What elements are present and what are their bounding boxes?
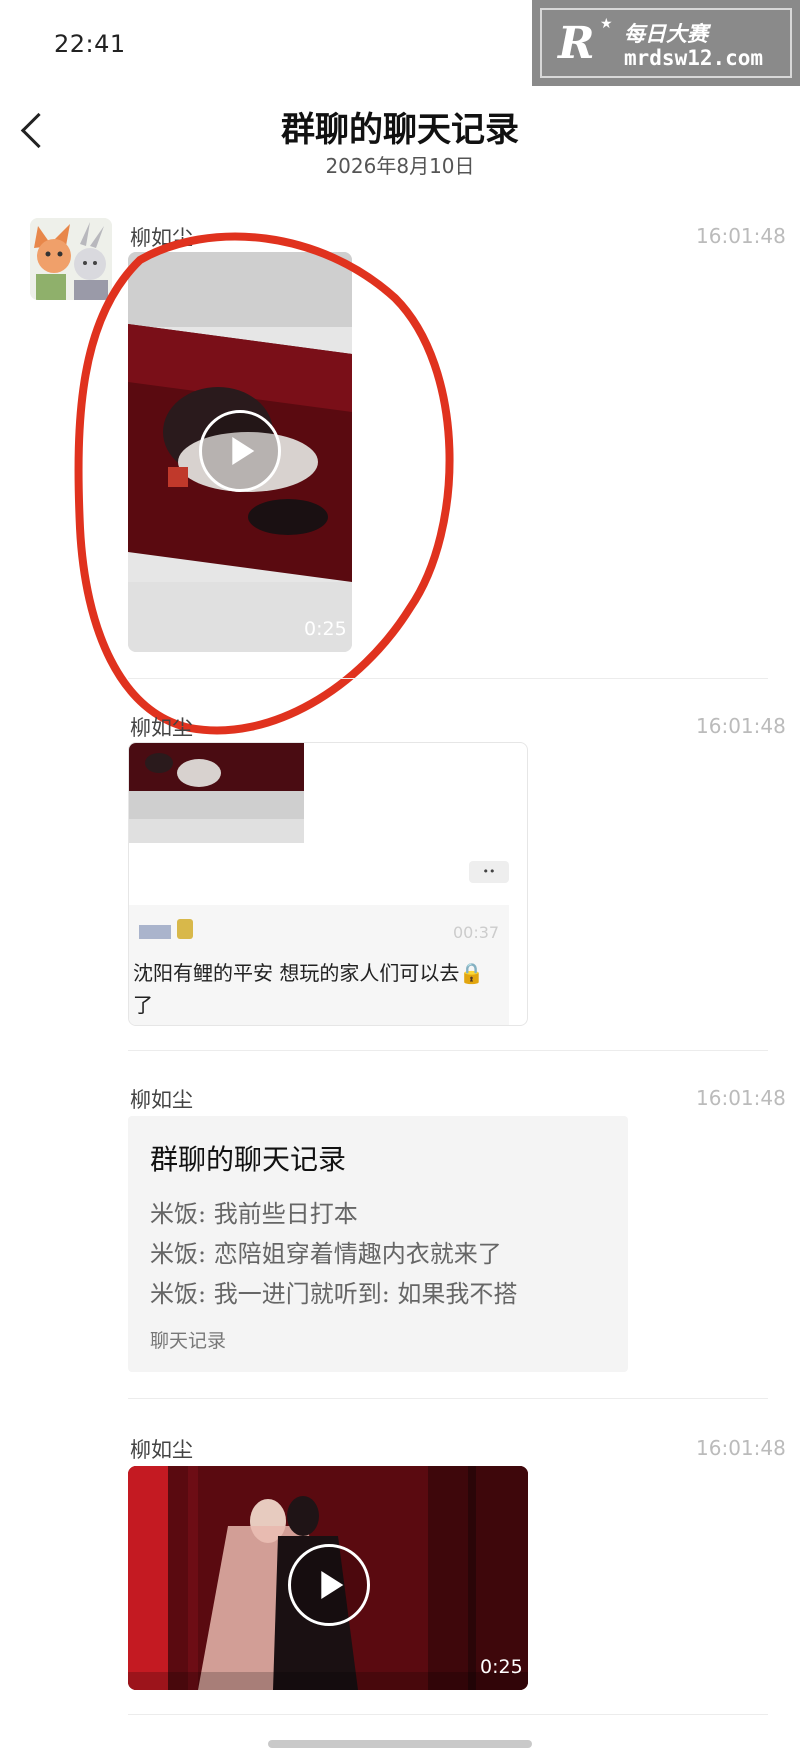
video-duration: 0:25 [480, 1656, 523, 1678]
chat-record-line: 米饭: 我一进门就听到: 如果我不搭 [150, 1280, 518, 1308]
chat-record-line: 米饭: 我前些日打本 [150, 1200, 358, 1228]
chat-record-title: 群聊的聊天记录 [150, 1143, 347, 1176]
watermark-text: 每日大赛 [624, 22, 708, 46]
message-sender: 柳如尘 [130, 716, 193, 740]
message-sender: 柳如尘 [130, 1088, 193, 1112]
page-title: 群聊的聊天记录 [281, 110, 519, 150]
status-time: 22:41 [54, 30, 126, 58]
user-time: 00:37 [453, 923, 500, 942]
video-info-panel: 00:37 沈阳有鲤的平安 想玩的家人们可以去🔒 了 [129, 905, 509, 1025]
message-divider [128, 1398, 768, 1399]
message-time: 16:01:48 [696, 224, 786, 248]
watermark-star: ★ [600, 16, 613, 32]
watermark-logo: R ★ 每日大赛 mrdsw12.com [532, 0, 800, 86]
user-badge [139, 925, 171, 939]
video-caption-line1: 沈阳有鲤的平安 想玩的家人们可以去🔒 [133, 961, 485, 985]
shared-video-thumbnail [129, 743, 304, 843]
chat-record-line: 米饭: 恋陪姐穿着情趣内衣就来了 [150, 1240, 502, 1268]
message-time: 16:01:48 [696, 1086, 786, 1110]
chat-record-card[interactable]: 群聊的聊天记录 米饭: 我前些日打本 米饭: 恋陪姐穿着情趣内衣就来了 米饭: … [128, 1116, 628, 1372]
message-time: 16:01:48 [696, 1436, 786, 1460]
video-thumbnail[interactable]: 0:25 [128, 1466, 528, 1690]
more-options-button[interactable]: •• [469, 861, 509, 883]
chat-record-footer: 聊天记录 [150, 1330, 227, 1352]
message-time: 16:01:48 [696, 714, 786, 738]
watermark-logo-letter: R [558, 18, 595, 69]
home-indicator[interactable] [268, 1740, 532, 1748]
shared-video-card[interactable]: •• 00:37 沈阳有鲤的平安 想玩的家人们可以去🔒 了 [128, 742, 528, 1026]
watermark-url: mrdsw12.com [624, 46, 764, 70]
message-divider [128, 1714, 768, 1715]
user-avatar-icon [177, 919, 193, 939]
message-sender: 柳如尘 [130, 1438, 193, 1462]
video-caption-line2: 了 [133, 993, 153, 1017]
page-date: 2026年8月10日 [325, 154, 475, 178]
message-divider [128, 678, 768, 679]
play-icon[interactable] [288, 1544, 370, 1626]
message-divider [128, 1050, 768, 1051]
